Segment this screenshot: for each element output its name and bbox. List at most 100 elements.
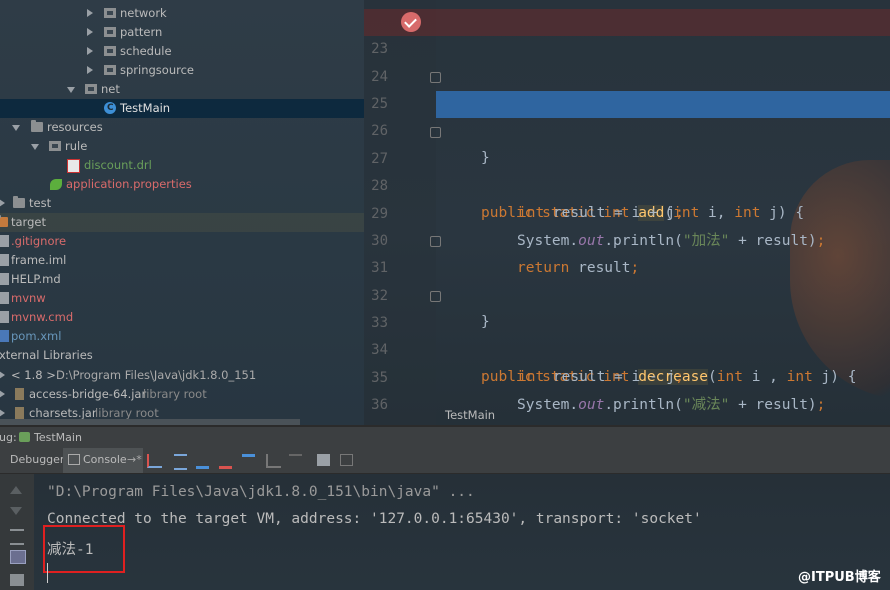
tree-item-springsource[interactable]: springsource — [0, 61, 364, 80]
debug-config-name: TestMain — [34, 431, 82, 444]
code-line[interactable]: 35 System.out.println("减法" + result); — [364, 338, 890, 413]
breadcrumb-item[interactable]: TestMain — [445, 408, 495, 422]
code-line[interactable]: 36 return result; — [364, 365, 890, 425]
tree-item-jdk[interactable]: < 1.8 > D:\Program Files\Java\jdk1.8.0_1… — [0, 366, 364, 385]
jar-icon — [15, 388, 24, 400]
expand-arrow-icon[interactable] — [87, 47, 93, 55]
expand-arrow-icon[interactable] — [0, 390, 5, 398]
expand-arrow-icon[interactable] — [0, 199, 5, 207]
breadcrumb[interactable]: TestMain — [364, 405, 890, 425]
code-line[interactable]: 30 return result; — [364, 201, 890, 276]
file-icon — [0, 254, 9, 266]
fold-icon[interactable] — [430, 72, 441, 83]
step-out-icon[interactable] — [242, 454, 255, 469]
package-icon — [49, 141, 61, 151]
tree-item-testmain[interactable]: TestMain — [0, 99, 364, 118]
force-step-into-icon[interactable] — [219, 454, 232, 469]
code-line[interactable]: 33 public static int decrease(int i , in… — [364, 283, 890, 385]
tab-label: Console — [83, 453, 127, 466]
expand-arrow-icon[interactable] — [87, 9, 93, 17]
fold-icon[interactable] — [430, 236, 441, 247]
run-to-cursor-icon[interactable] — [289, 454, 302, 468]
expand-arrow-icon[interactable] — [0, 371, 5, 379]
tree-item-pom-xml[interactable]: pom.xml — [0, 327, 364, 346]
tree-item-resources[interactable]: resources — [0, 118, 364, 137]
code-line[interactable]: 34 int result = i - j; — [364, 310, 890, 385]
breakpoint-icon[interactable] — [401, 12, 421, 32]
code-line[interactable]: 25 } — [364, 64, 890, 166]
expand-arrow-icon[interactable] — [0, 409, 5, 417]
code-line[interactable]: 24 decrease(i, j); — [364, 37, 890, 112]
collapse-arrow-icon[interactable] — [31, 144, 39, 150]
tree-item-mvnw[interactable]: mvnw — [0, 289, 364, 308]
debug-toolbar: Debugger Console →* — [0, 448, 890, 474]
tree-item-label: test — [29, 196, 52, 210]
tree-item-discount-drl[interactable]: discount.drl — [0, 156, 364, 175]
tree-item-application-properties[interactable]: application.properties — [0, 175, 364, 194]
sdk-path: D:\Program Files\Java\jdk1.8.0_151 — [56, 368, 257, 382]
tree-item-schedule[interactable]: schedule — [0, 42, 364, 61]
tree-item-label: frame.iml — [11, 253, 67, 267]
tree-item-label: schedule — [120, 44, 172, 58]
code-line[interactable]: 28 int result = i + j; — [364, 146, 890, 221]
project-tree: network pattern schedule springsource ne… — [0, 0, 364, 425]
print-icon[interactable] — [10, 574, 24, 586]
tree-item-net[interactable]: net — [0, 80, 364, 99]
jar-icon — [15, 407, 24, 419]
tree-item-target[interactable]: target — [0, 213, 364, 232]
tree-item-external-libraries[interactable]: xternal Libraries — [0, 346, 364, 365]
horizontal-scrollbar[interactable] — [0, 419, 300, 425]
scroll-to-end-icon[interactable] — [10, 550, 26, 564]
tab-debugger[interactable]: Debugger — [4, 448, 64, 473]
scroll-down-icon[interactable] — [10, 507, 22, 515]
library-root-note: library root — [143, 387, 207, 401]
code-line[interactable]: 26 — [364, 91, 436, 139]
file-icon — [0, 311, 9, 323]
tree-item-network[interactable]: network — [0, 4, 364, 23]
code-line[interactable]: 23 add(i, j); — [364, 9, 890, 111]
expand-arrow-icon[interactable] — [87, 66, 93, 74]
code-line[interactable]: 31 } — [364, 228, 890, 330]
code-line[interactable]: 32 — [364, 256, 890, 304]
current-line-highlight[interactable] — [436, 91, 890, 118]
pin-arrow-icon[interactable]: →* — [127, 448, 142, 472]
show-execution-point-icon[interactable] — [147, 454, 162, 468]
code-line[interactable]: 37 } — [364, 392, 890, 404]
trace-icon[interactable] — [340, 454, 353, 466]
soft-wrap-icon[interactable] — [10, 529, 24, 545]
step-over-icon[interactable] — [174, 454, 187, 470]
tree-item-frame-iml[interactable]: frame.iml — [0, 251, 364, 270]
fold-icon[interactable] — [430, 291, 441, 302]
evaluate-expression-icon[interactable] — [317, 454, 330, 466]
collapse-arrow-icon[interactable] — [12, 125, 20, 131]
tree-item-label: pattern — [120, 25, 163, 39]
collapse-arrow-icon[interactable] — [67, 87, 75, 93]
code-editor[interactable]: 23 add(i, j); 24 decrease(i, j); 25 } 26… — [364, 0, 890, 425]
debug-config-icon — [19, 432, 30, 442]
tree-item-label: mvnw — [11, 291, 46, 305]
package-icon — [104, 46, 116, 56]
tree-item-label: pom.xml — [11, 329, 62, 343]
tree-item-mvnw-cmd[interactable]: mvnw.cmd — [0, 308, 364, 327]
tab-console[interactable]: Console →* — [63, 448, 143, 473]
code-line[interactable]: 27 public static int add(int i, int j) { — [364, 119, 890, 221]
file-icon — [0, 235, 9, 247]
console-line: Connected to the target VM, address: '12… — [47, 511, 702, 527]
expand-arrow-icon[interactable] — [87, 28, 93, 36]
tree-item-help-md[interactable]: HELP.md — [0, 270, 364, 289]
debug-title-label: ug: — [0, 431, 17, 444]
code-line[interactable]: 29 System.out.println("加法" + result); — [364, 174, 890, 249]
tree-item-test[interactable]: test — [0, 194, 364, 213]
fold-icon[interactable] — [430, 127, 441, 138]
tree-item-pattern[interactable]: pattern — [0, 23, 364, 42]
debug-sidebar — [0, 474, 34, 590]
tree-item-rule[interactable]: rule — [0, 137, 364, 156]
package-icon — [104, 65, 116, 75]
tree-item-label: < 1.8 > — [11, 368, 56, 382]
tree-item-label: rule — [65, 139, 88, 153]
step-into-icon[interactable] — [196, 454, 209, 469]
tree-item-gitignore[interactable]: .gitignore — [0, 232, 364, 251]
tree-item-access-bridge[interactable]: access-bridge-64.jar library root — [0, 385, 364, 404]
scroll-up-icon[interactable] — [10, 486, 22, 494]
drop-frame-icon[interactable] — [266, 454, 281, 468]
